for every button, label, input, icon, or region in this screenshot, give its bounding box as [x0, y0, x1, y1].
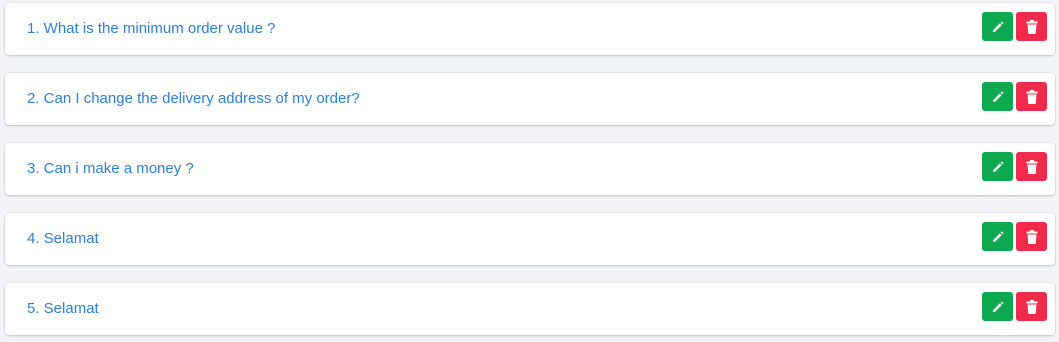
edit-button[interactable] — [982, 152, 1013, 181]
faq-question[interactable]: 1. What is the minimum order value ? — [27, 19, 275, 39]
pencil-icon — [992, 21, 1003, 32]
edit-button[interactable] — [982, 82, 1013, 111]
trash-icon — [1026, 89, 1037, 104]
pencil-icon — [992, 161, 1003, 172]
trash-icon — [1026, 299, 1037, 314]
faq-question[interactable]: 4. Selamat — [27, 229, 99, 249]
faq-list: 1. What is the minimum order value ? 2. … — [0, 0, 1059, 342]
faq-actions — [982, 82, 1047, 111]
edit-button[interactable] — [982, 222, 1013, 251]
faq-question[interactable]: 3. Can i make a money ? — [27, 159, 194, 179]
edit-button[interactable] — [982, 292, 1013, 321]
faq-item: 2. Can I change the delivery address of … — [5, 73, 1055, 125]
trash-icon — [1026, 19, 1037, 34]
edit-button[interactable] — [982, 12, 1013, 41]
delete-button[interactable] — [1016, 292, 1047, 321]
faq-actions — [982, 292, 1047, 321]
faq-actions — [982, 152, 1047, 181]
faq-item: 4. Selamat — [5, 213, 1055, 265]
pencil-icon — [992, 91, 1003, 102]
delete-button[interactable] — [1016, 82, 1047, 111]
trash-icon — [1026, 159, 1037, 174]
delete-button[interactable] — [1016, 222, 1047, 251]
delete-button[interactable] — [1016, 152, 1047, 181]
trash-icon — [1026, 229, 1037, 244]
faq-item: 5. Selamat — [5, 283, 1055, 335]
delete-button[interactable] — [1016, 12, 1047, 41]
pencil-icon — [992, 231, 1003, 242]
faq-item: 1. What is the minimum order value ? — [5, 3, 1055, 55]
faq-actions — [982, 12, 1047, 41]
faq-actions — [982, 222, 1047, 251]
faq-item: 3. Can i make a money ? — [5, 143, 1055, 195]
faq-question[interactable]: 5. Selamat — [27, 299, 99, 319]
pencil-icon — [992, 301, 1003, 312]
faq-question[interactable]: 2. Can I change the delivery address of … — [27, 89, 360, 109]
